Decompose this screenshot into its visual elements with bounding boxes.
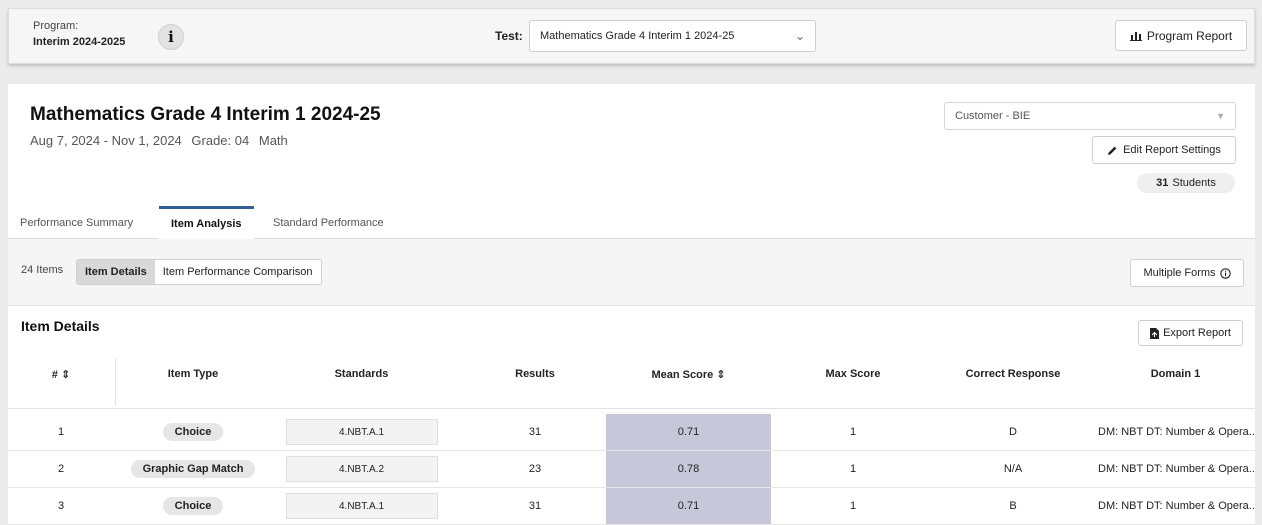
item-type-pill: Graphic Gap Match — [130, 460, 256, 478]
standard-box: 4.NBT.A.1 — [285, 493, 438, 519]
test-label: Test: — [495, 29, 523, 43]
cell-item-type: Choice — [128, 414, 258, 450]
program-value: Interim 2024-2025 — [33, 36, 126, 48]
subject: Math — [258, 133, 288, 148]
multiple-forms-button[interactable]: Multiple Forms — [1130, 259, 1244, 287]
view-toggle: Item Details Item Performance Comparison — [76, 259, 322, 285]
students-badge: 31 Students — [1137, 173, 1235, 193]
column-header-number[interactable]: # ⇕ — [26, 368, 96, 381]
report-tabs: Performance Summary Item Analysis Standa… — [8, 206, 1255, 239]
table-row: 1 Choice 4.NBT.A.1 31 0.71 1 D DM: NBT D… — [8, 414, 1255, 451]
cell-max-score: 1 — [849, 500, 857, 512]
header-divider — [115, 358, 116, 406]
cell-max-score: 1 — [849, 463, 857, 475]
tab-item-analysis[interactable]: Item Analysis — [159, 206, 254, 239]
multiple-forms-label: Multiple Forms — [1143, 267, 1216, 279]
items-count: 24 Items — [21, 264, 64, 276]
top-bar: Program: Interim 2024-2025 i Test: Mathe… — [8, 8, 1255, 64]
cell-mean-score: 0.71 — [606, 414, 771, 450]
bar-chart-icon — [1129, 32, 1142, 41]
item-type-pill: Choice — [162, 497, 224, 515]
column-header-item-type: Item Type — [167, 368, 219, 380]
customer-value: Customer - BIE — [955, 110, 1031, 122]
report-subtitle: Aug 7, 2024 - Nov 1, 2024 Grade: 04 Math — [30, 133, 294, 148]
date-range: Aug 7, 2024 - Nov 1, 2024 — [30, 133, 182, 148]
cell-domain: DM: NBT DT: Number & Opera... — [1098, 463, 1255, 475]
tab-standard-performance[interactable]: Standard Performance — [261, 206, 396, 239]
cell-mean-score: 0.71 — [606, 488, 771, 524]
view-item-details-button[interactable]: Item Details — [77, 260, 155, 284]
column-header-results: Results — [515, 368, 555, 380]
info-icon[interactable]: i — [158, 24, 184, 50]
cell-mean-score: 0.78 — [606, 451, 771, 487]
cell-domain: DM: NBT DT: Number & Opera... — [1098, 500, 1255, 512]
column-header-correct-response: Correct Response — [965, 368, 1061, 380]
file-export-icon — [1150, 327, 1160, 339]
chevron-down-icon: ▼ — [1216, 111, 1225, 121]
students-label: Students — [1172, 177, 1216, 189]
item-toolbar: 24 Items Item Details Item Performance C… — [8, 239, 1255, 306]
column-header-mean-score[interactable]: Mean Score ⇕ — [606, 368, 771, 381]
report-title: Mathematics Grade 4 Interim 1 2024-25 — [30, 104, 381, 125]
cell-number: 3 — [57, 500, 65, 512]
program-report-label: Program Report — [1146, 28, 1233, 43]
cell-standards: 4.NBT.A.2 — [284, 451, 439, 487]
pencil-icon — [1108, 146, 1117, 155]
export-report-label: Export Report — [1163, 327, 1231, 339]
header-line — [8, 408, 1255, 409]
test-select-value: Mathematics Grade 4 Interim 1 2024-25 — [540, 30, 735, 42]
grade: Grade: 04 — [191, 133, 250, 148]
section-title: Item Details — [21, 318, 100, 334]
info-circle-icon — [1219, 267, 1231, 279]
export-report-button[interactable]: Export Report — [1138, 320, 1243, 346]
cell-number: 1 — [57, 426, 65, 438]
edit-report-settings-label: Edit Report Settings — [1123, 144, 1221, 156]
program-label: Program: — [33, 20, 79, 32]
cell-item-type: Choice — [128, 488, 258, 524]
cell-results: 31 — [528, 426, 542, 438]
cell-item-type: Graphic Gap Match — [128, 451, 258, 487]
table-row: 3 Choice 4.NBT.A.1 31 0.71 1 B DM: NBT D… — [8, 488, 1255, 525]
test-select[interactable]: Mathematics Grade 4 Interim 1 2024-25 ⌄ — [529, 20, 816, 52]
chevron-down-icon: ⌄ — [794, 29, 805, 43]
cell-number: 2 — [57, 463, 65, 475]
cell-correct-response: N/A — [1003, 463, 1023, 475]
cell-max-score: 1 — [849, 426, 857, 438]
table-row: 2 Graphic Gap Match 4.NBT.A.2 23 0.78 1 … — [8, 451, 1255, 488]
standard-box: 4.NBT.A.2 — [285, 456, 438, 482]
report-panel: Mathematics Grade 4 Interim 1 2024-25 Au… — [8, 84, 1255, 525]
edit-report-settings-button[interactable]: Edit Report Settings — [1092, 136, 1236, 164]
cell-results: 23 — [528, 463, 542, 475]
column-header-standards: Standards — [334, 368, 389, 380]
customer-select[interactable]: Customer - BIE ▼ — [944, 102, 1236, 130]
standard-box: 4.NBT.A.1 — [285, 419, 438, 445]
cell-standards: 4.NBT.A.1 — [284, 488, 439, 524]
cell-results: 31 — [528, 500, 542, 512]
tab-performance-summary[interactable]: Performance Summary — [8, 206, 145, 239]
cell-standards: 4.NBT.A.1 — [284, 414, 439, 450]
item-type-pill: Choice — [162, 423, 224, 441]
column-header-domain-1: Domain 1 — [1150, 368, 1201, 380]
cell-domain: DM: NBT DT: Number & Opera... — [1098, 426, 1255, 438]
view-comparison-button[interactable]: Item Performance Comparison — [155, 260, 321, 284]
program-report-button[interactable]: Program Report — [1115, 20, 1247, 51]
cell-correct-response: D — [1009, 426, 1017, 438]
students-count: 31 — [1156, 177, 1169, 189]
column-header-max-score: Max Score — [825, 368, 881, 380]
cell-correct-response: B — [1009, 500, 1017, 512]
